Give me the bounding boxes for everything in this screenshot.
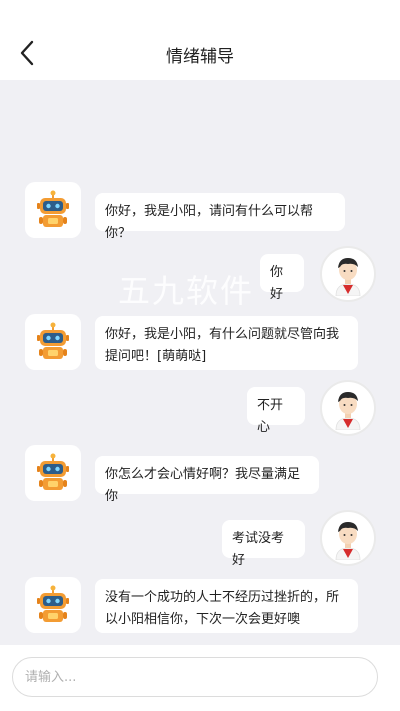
user-avatar-icon bbox=[335, 258, 361, 296]
bot-avatar bbox=[25, 182, 81, 238]
robot-avatar-icon bbox=[37, 322, 69, 359]
bot-avatar bbox=[25, 577, 81, 633]
watermark: 五九软件 bbox=[118, 272, 255, 310]
user-avatar bbox=[320, 246, 376, 302]
bot-avatar bbox=[25, 445, 81, 501]
user-message: 考试没考好 bbox=[222, 520, 305, 568]
chat-area[interactable]: 五九软件 你好，我是小阳，请问有什么可以帮你？ 你好 你好，我是小阳，有什么问题… bbox=[0, 80, 400, 645]
user-avatar-icon bbox=[335, 522, 361, 560]
input-bar bbox=[0, 645, 400, 711]
bot-avatar bbox=[25, 314, 81, 370]
robot-avatar-icon bbox=[37, 453, 69, 490]
user-avatar bbox=[320, 510, 376, 566]
page-title: 情绪辅导 bbox=[166, 47, 234, 67]
bot-message: 你怎么才会心情好啊？我尽量满足你 bbox=[95, 456, 319, 504]
user-avatar bbox=[320, 380, 376, 436]
bot-message: 你好，我是小阳，有什么问题就尽管向我提问吧！[萌萌哒] bbox=[95, 316, 358, 370]
bot-message: 没有一个成功的人士不经历过挫折的，所以小阳相信你，下次一次会更好噢 bbox=[95, 579, 358, 633]
user-message: 不开心 bbox=[247, 387, 305, 435]
header: 情绪辅导 bbox=[0, 0, 400, 80]
user-avatar-icon bbox=[335, 392, 361, 430]
message-input[interactable] bbox=[12, 657, 378, 697]
robot-avatar-icon bbox=[37, 585, 69, 622]
robot-avatar-icon bbox=[37, 190, 69, 227]
user-message: 你好 bbox=[260, 254, 304, 302]
bot-message: 你好，我是小阳，请问有什么可以帮你？ bbox=[95, 193, 345, 241]
